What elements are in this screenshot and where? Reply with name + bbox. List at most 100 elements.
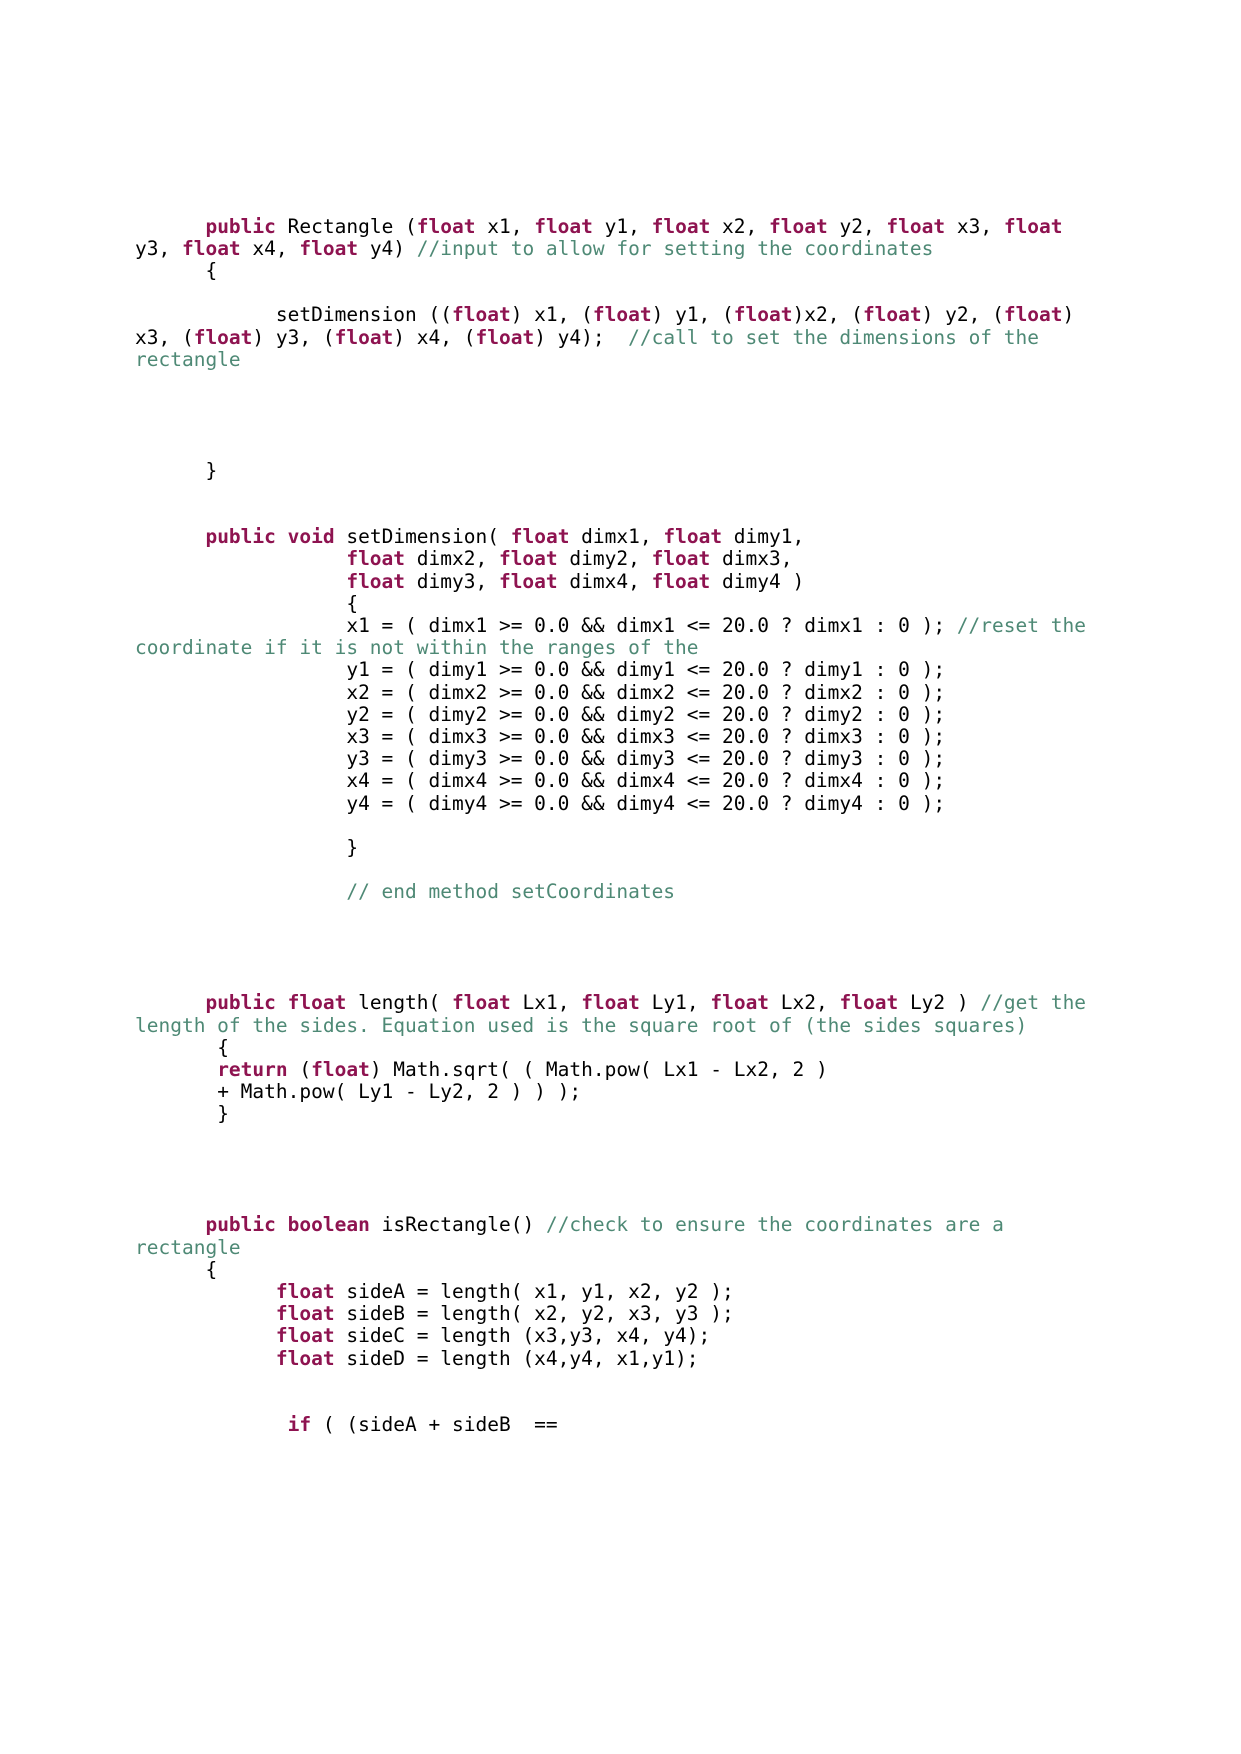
line-length-return-2: + Math.pow( Ly1 - Ly2, 2 ) ) ); (135, 1081, 1101, 1103)
code-text: y2 = ( dimy2 >= 0.0 && dimy2 <= 20.0 ? d… (135, 702, 946, 726)
code-text: x2 = ( dimx2 >= 0.0 && dimx2 <= 20.0 ? d… (135, 680, 946, 704)
line-setdimension-open-brace: { (135, 591, 1101, 615)
code-text: sideC = length (x3,y3, x4, y4); (334, 1324, 711, 1348)
code-text: y4 = ( dimy4 >= 0.0 && dimy4 <= 20.0 ? d… (135, 791, 946, 815)
code-keyword: float (475, 325, 535, 349)
code-text: Rectangle ( (275, 214, 417, 238)
code-text: sideB = length( x2, y2, x3, y3 ); (334, 1302, 734, 1326)
code-text: x3, (945, 214, 1004, 238)
code-keyword: float (839, 991, 899, 1015)
code-text: dimy3, (405, 569, 499, 593)
document-page: public Rectangle (float x1, float y1, fl… (0, 0, 1241, 1754)
code-keyword: float (733, 303, 793, 327)
code-keyword: return (217, 1058, 288, 1082)
code-text: Lx1, (510, 991, 582, 1015)
code-text: setDimension (( (135, 303, 452, 327)
code-text: y1 = ( dimy1 >= 0.0 && dimy1 <= 20.0 ? d… (135, 658, 946, 682)
code-keyword: float (275, 1346, 335, 1370)
code-keyword: float (287, 991, 347, 1015)
code-text: length( (346, 991, 453, 1015)
code-keyword: float (346, 547, 406, 571)
code-keyword: float (1003, 303, 1063, 327)
code-text: } (135, 836, 359, 860)
code-text: Ly1, (639, 991, 711, 1015)
line-assign-x3: x3 = ( dimx3 >= 0.0 && dimx3 <= 20.0 ? d… (135, 725, 1101, 749)
code-text: Ly2 ) (898, 991, 981, 1015)
code-text: )x2, ( (792, 303, 863, 327)
code-keyword: float (862, 303, 922, 327)
line-setdimension-signature-3: float dimy3, float dimx4, float dimy4 ) (135, 569, 1101, 593)
code-keyword: float (181, 236, 241, 260)
line-isrectangle-signature: public boolean isRectangle() //check to … (135, 1213, 1101, 1259)
code-text: } (135, 1102, 229, 1126)
code-keyword: float (769, 214, 828, 238)
code-text: dimx4, (557, 569, 652, 593)
code-text: x1, (475, 214, 535, 238)
code-keyword: float (299, 236, 359, 260)
code-keyword: float (452, 991, 511, 1015)
code-text: y4) (358, 236, 417, 260)
code-text: y3 = ( dimy3 >= 0.0 && dimy3 <= 20.0 ? d… (135, 747, 946, 771)
code-text: { (135, 1035, 229, 1059)
code-keyword: public (205, 214, 276, 238)
code-text: + Math.pow( Ly1 - Ly2, 2 ) ) ); (135, 1080, 582, 1104)
line-assign-x2: x2 = ( dimx2 >= 0.0 && dimx2 <= 20.0 ? d… (135, 680, 1101, 704)
code-keyword: float (663, 525, 723, 549)
code-text: dimx1, (569, 525, 664, 549)
code-text: dimx2, (405, 547, 499, 571)
line-sided: float sideD = length (x4,y4, x1,y1); (135, 1346, 1101, 1370)
code-keyword: float (651, 547, 711, 571)
code-text: x1 = ( dimx1 >= 0.0 && dimx1 <= 20.0 ? d… (135, 614, 957, 638)
line-setdimension-close-brace: } (135, 836, 1101, 860)
code-keyword: public (205, 1213, 276, 1237)
code-keyword: float (1003, 214, 1063, 238)
line-isrectangle-open-brace: { (135, 1257, 1101, 1281)
code-text: { (135, 591, 359, 615)
line-constructor-close-brace: } (135, 459, 1101, 482)
code-text: ) y1, ( (651, 303, 734, 327)
line-comment-end-setcoordinates: // end method setCoordinates (135, 881, 1101, 903)
code-keyword: float (452, 303, 511, 327)
code-keyword: float (275, 1324, 335, 1348)
line-length-close-brace: } (135, 1103, 1101, 1125)
code-text: x4, (240, 236, 300, 260)
code-text: sideA = length( x1, y1, x2, y2 ); (334, 1279, 734, 1303)
code-keyword: void (287, 525, 335, 549)
line-assign-y1: y1 = ( dimy1 >= 0.0 && dimy1 <= 20.0 ? d… (135, 659, 1101, 681)
code-keyword: float (275, 1302, 335, 1326)
line-length-signature: public float length( float Lx1, float Ly… (135, 991, 1101, 1037)
code-text: dimy4 ) (710, 569, 805, 593)
code-keyword: float (592, 303, 652, 327)
line-setdimension-signature-2: float dimx2, float dimy2, float dimx3, (135, 548, 1101, 570)
line-length-return-1: return (float) Math.sqrt( ( Math.pow( Lx… (135, 1058, 1101, 1082)
code-text: x3 = ( dimx3 >= 0.0 && dimx3 <= 20.0 ? d… (135, 725, 946, 749)
code-text: { (135, 258, 218, 282)
code-text: { (135, 1257, 218, 1281)
code-text: ) y3, ( (252, 325, 335, 349)
code-text: y2, (827, 214, 887, 238)
line-sidea: float sideA = length( x1, y1, x2, y2 ); (135, 1279, 1101, 1303)
line-assign-x4: x4 = ( dimx4 >= 0.0 && dimx4 <= 20.0 ? d… (135, 770, 1101, 792)
code-keyword: public (205, 991, 276, 1015)
code-keyword: float (311, 1058, 370, 1082)
